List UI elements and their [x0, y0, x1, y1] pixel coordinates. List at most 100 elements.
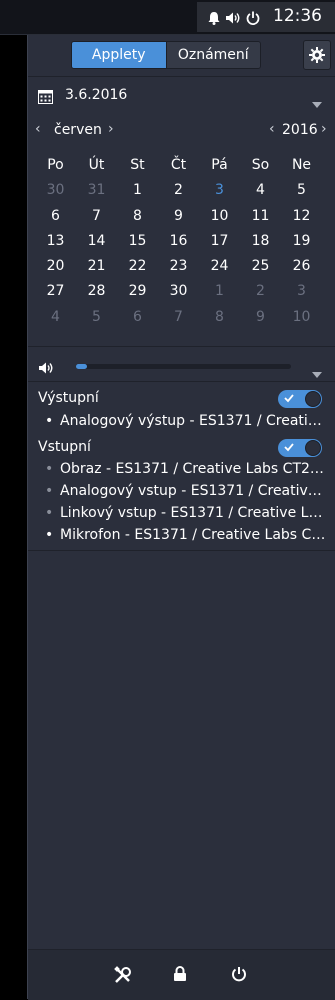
chevron-down-icon[interactable]	[312, 363, 322, 382]
volume-row	[28, 353, 335, 381]
weekday-label: Pá	[211, 157, 228, 173]
lock-icon[interactable]	[173, 966, 187, 986]
calendar-day[interactable]: 1	[199, 279, 240, 304]
calendar-day[interactable]: 5	[281, 178, 322, 203]
power-icon[interactable]	[246, 10, 260, 29]
calendar-day[interactable]: 30	[35, 178, 76, 203]
calendar-day[interactable]: 16	[158, 229, 199, 254]
clock[interactable]: 12:36	[273, 6, 322, 26]
input-device-label: Obraz - ES1371 / Creative Labs CT2518 (A…	[60, 461, 330, 477]
output-device-item[interactable]: • Analogový výstup - ES1371 / Creative La…	[45, 413, 330, 429]
calendar-week: 6 7 8 9 10 11 12	[35, 204, 322, 229]
calendar-day[interactable]: 8	[199, 305, 240, 330]
output-section-title: Výstupní	[38, 390, 99, 406]
next-year-icon[interactable]: ›	[321, 121, 327, 137]
calendar-day[interactable]: 20	[35, 254, 76, 279]
calendar-day[interactable]: 25	[240, 254, 281, 279]
gear-icon	[309, 47, 325, 63]
check-icon	[284, 394, 294, 403]
calendar-day[interactable]: 15	[117, 229, 158, 254]
volume-slider[interactable]	[76, 364, 291, 369]
weekday-label: Út	[88, 157, 105, 173]
calendar-day[interactable]: 4	[240, 178, 281, 203]
calendar-day[interactable]: 10	[281, 305, 322, 330]
power-off-icon[interactable]	[231, 966, 247, 986]
bullet: •	[45, 461, 54, 477]
calendar-day[interactable]: 30	[158, 279, 199, 304]
divider	[28, 346, 335, 347]
input-device-item[interactable]: • Analogový vstup - ES1371 / Creative Lab…	[45, 483, 330, 499]
calendar-day[interactable]: 9	[240, 305, 281, 330]
calendar-day[interactable]: 29	[117, 279, 158, 304]
calendar-day[interactable]: 3	[281, 279, 322, 304]
date-header[interactable]: 3.6.2016	[28, 83, 335, 111]
calendar-day[interactable]: 2	[158, 178, 199, 203]
calendar-day-today[interactable]: 3	[199, 178, 240, 203]
calendar-day[interactable]: 27	[35, 279, 76, 304]
tools-icon[interactable]	[114, 966, 132, 988]
check-icon	[284, 443, 294, 452]
toggle-knob	[305, 391, 321, 407]
bullet: •	[45, 413, 54, 429]
calendar-day[interactable]: 2	[240, 279, 281, 304]
input-device-item[interactable]: • Mikrofon - ES1371 / Creative Labs CT251…	[45, 527, 330, 543]
calendar-day[interactable]: 13	[35, 229, 76, 254]
prev-year-icon[interactable]: ‹	[269, 121, 275, 137]
weekday-label: So	[251, 157, 270, 173]
calendar-day[interactable]: 8	[117, 204, 158, 229]
input-device-item[interactable]: • Linkový vstup - ES1371 / Creative Labs …	[45, 505, 330, 521]
weekday-label: St	[130, 157, 145, 173]
calendar-day[interactable]: 10	[199, 204, 240, 229]
calendar-day[interactable]: 9	[158, 204, 199, 229]
output-toggle[interactable]	[278, 390, 322, 408]
calendar-week: 4 5 6 7 8 9 10	[35, 305, 322, 330]
next-month-icon[interactable]: ›	[108, 121, 114, 137]
calendar-day[interactable]: 14	[76, 229, 117, 254]
system-tray[interactable]: 12:36	[197, 2, 335, 32]
calendar-day[interactable]: 31	[76, 178, 117, 203]
calendar-week: 13 14 15 16 17 18 19	[35, 229, 322, 254]
bell-icon[interactable]	[208, 10, 220, 29]
tab-notifications[interactable]: Oznámení	[165, 42, 260, 68]
calendar-week: 30 31 1 2 3 4 5	[35, 178, 322, 203]
calendar-day[interactable]: 5	[76, 305, 117, 330]
divider	[28, 76, 335, 77]
current-date: 3.6.2016	[65, 87, 128, 103]
calendar-day[interactable]: 1	[117, 178, 158, 203]
bullet: •	[45, 505, 54, 521]
tab-switcher: Applety Oznámení	[71, 41, 261, 69]
system-menu-panel: Applety Oznámení 3.6.2016 ‹ červen › ‹ 2…	[27, 35, 335, 1000]
calendar-day[interactable]: 24	[199, 254, 240, 279]
top-bar: 12:36	[0, 0, 335, 35]
input-toggle[interactable]	[278, 439, 322, 457]
calendar-grid: Po Út St Čt Pá So Ne 30 31 1 2 3 4 5 6 7…	[35, 153, 322, 330]
calendar-day[interactable]: 6	[35, 204, 76, 229]
calendar-day[interactable]: 12	[281, 204, 322, 229]
volume-slider-fill	[76, 364, 87, 369]
tab-applets[interactable]: Applety	[72, 42, 166, 68]
divider	[28, 381, 335, 382]
input-device-label: Analogový vstup - ES1371 / Creative Labs…	[60, 483, 330, 499]
calendar-day[interactable]: 7	[158, 305, 199, 330]
calendar-day[interactable]: 7	[76, 204, 117, 229]
input-device-item[interactable]: • Obraz - ES1371 / Creative Labs CT2518 (…	[45, 461, 330, 477]
calendar-day[interactable]: 22	[117, 254, 158, 279]
calendar-day[interactable]: 6	[117, 305, 158, 330]
calendar-week: 27 28 29 30 1 2 3	[35, 279, 322, 304]
speaker-icon[interactable]	[38, 360, 54, 379]
chevron-down-icon[interactable]	[312, 93, 322, 112]
weekday-header: Po Út St Čt Pá So Ne	[35, 153, 322, 178]
settings-button[interactable]	[303, 40, 331, 70]
output-device-label: Analogový výstup - ES1371 / Creative Lab…	[60, 413, 330, 429]
calendar-day[interactable]: 26	[281, 254, 322, 279]
calendar-day[interactable]: 23	[158, 254, 199, 279]
calendar-day[interactable]: 21	[76, 254, 117, 279]
prev-month-icon[interactable]: ‹	[35, 121, 41, 137]
calendar-day[interactable]: 19	[281, 229, 322, 254]
calendar-day[interactable]: 28	[76, 279, 117, 304]
calendar-day[interactable]: 17	[199, 229, 240, 254]
calendar-day[interactable]: 11	[240, 204, 281, 229]
calendar-day[interactable]: 18	[240, 229, 281, 254]
calendar-day[interactable]: 4	[35, 305, 76, 330]
volume-icon[interactable]	[225, 10, 241, 29]
